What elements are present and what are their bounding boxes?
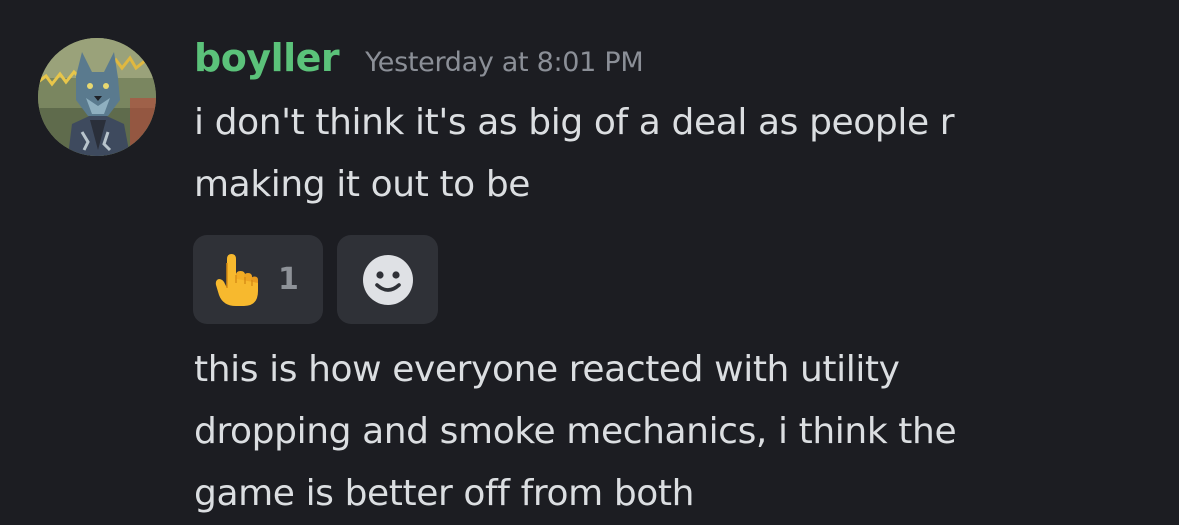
- message-line: game is better off from both: [194, 473, 695, 514]
- pointing-up-emoji-icon: [215, 253, 258, 306]
- timestamp[interactable]: Yesterday at 8:01 PM: [365, 35, 643, 91]
- message-text: this is how everyone reacted with utilit…: [194, 339, 957, 525]
- username[interactable]: boyller: [194, 30, 340, 86]
- reaction-pointing-up[interactable]: 1: [193, 235, 323, 324]
- message-line: i don't think it's as big of a deal as p…: [194, 102, 955, 143]
- wolf-character-avatar-icon: [38, 38, 156, 156]
- reaction-count: 1: [278, 262, 299, 297]
- reactions-bar: 1: [193, 235, 438, 324]
- message-text: i don't think it's as big of a deal as p…: [194, 92, 955, 216]
- smiley-face-icon: [362, 254, 413, 305]
- message-line: dropping and smoke mechanics, i think th…: [194, 411, 957, 452]
- avatar[interactable]: [38, 38, 156, 156]
- message-header: boyller Yesterday at 8:01 PM: [194, 30, 644, 86]
- message-line: this is how everyone reacted with utilit…: [194, 349, 900, 390]
- chat-message: boyller Yesterday at 8:01 PM i don't thi…: [0, 0, 1179, 525]
- add-reaction-button[interactable]: [337, 235, 438, 324]
- message-line: making it out to be: [194, 164, 531, 205]
